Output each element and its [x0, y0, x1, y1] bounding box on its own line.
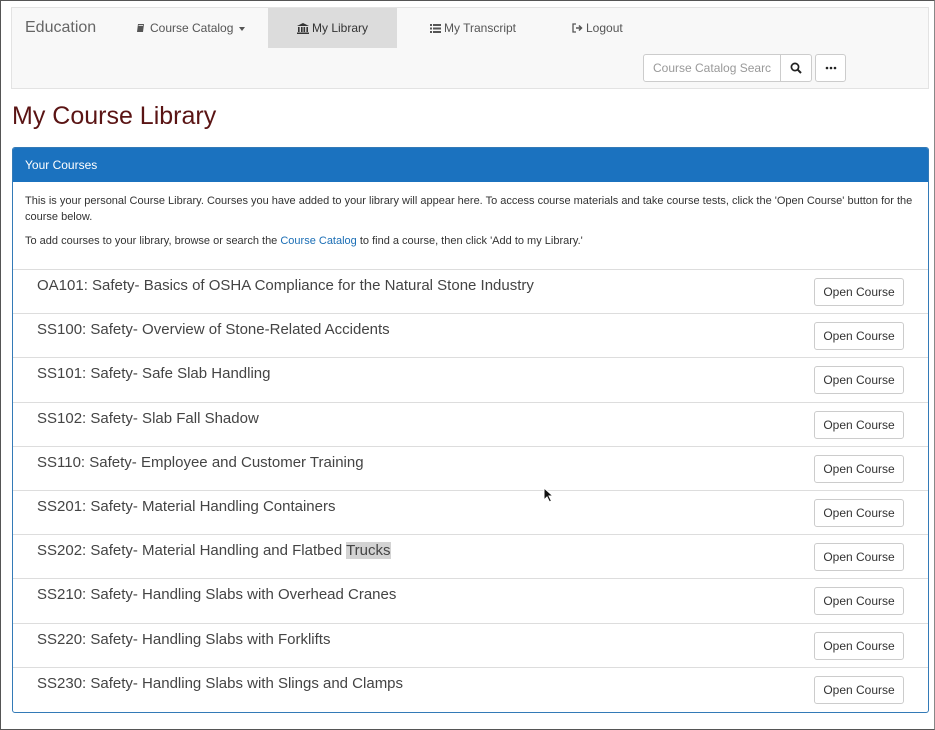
- course-title: OA101: Safety- Basics of OSHA Compliance…: [37, 277, 534, 294]
- course-row: SS220: Safety- Handling Slabs with Forkl…: [13, 624, 928, 668]
- course-title: SS202: Safety- Material Handling and Fla…: [37, 542, 391, 560]
- more-options-button[interactable]: [815, 54, 846, 82]
- course-row: SS201: Safety- Material Handling Contain…: [13, 491, 928, 536]
- open-course-button[interactable]: Open Course: [814, 543, 904, 572]
- open-course-button[interactable]: Open Course: [814, 410, 904, 439]
- search-button[interactable]: [780, 54, 812, 82]
- your-courses-panel: Your Courses This is your personal Cours…: [12, 147, 929, 713]
- course-title: SS230: Safety- Handling Slabs with Sling…: [37, 674, 404, 692]
- nav-my-transcript-label: My Transcript: [444, 21, 517, 35]
- page-title: My Course Library: [12, 102, 217, 130]
- course-row: SS210: Safety- Handling Slabs with Overh…: [13, 579, 928, 624]
- book-icon: [135, 22, 147, 34]
- course-title: SS201: Safety- Material Handling Contain…: [37, 497, 336, 515]
- course-title: SS101: Safety- Safe Slab Handling: [37, 365, 271, 383]
- bank-icon: [296, 22, 309, 34]
- course-row: SS110: Safety- Employee and Customer Tra…: [13, 447, 928, 491]
- course-row: SS230: Safety- Handling Slabs with Sling…: [13, 668, 928, 712]
- search-icon: [790, 62, 802, 74]
- course-title: SS102: Safety- Slab Fall Shadow: [37, 409, 259, 427]
- course-title: SS220: Safety- Handling Slabs with Forkl…: [37, 630, 331, 648]
- course-title: SS100: Safety- Overview of Stone-Related…: [37, 321, 390, 339]
- course-title-text: SS202: Safety- Material Handling and Fla…: [37, 542, 347, 560]
- course-catalog-search-input[interactable]: [643, 54, 781, 82]
- nav-logout[interactable]: Logout: [559, 8, 635, 48]
- top-navbar: Education Course Catalog My Library My T…: [11, 7, 929, 89]
- highlighted-text: Trucks: [346, 542, 391, 560]
- caret-down-icon: [239, 26, 246, 31]
- open-course-button[interactable]: Open Course: [814, 322, 904, 351]
- course-row: SS101: Safety- Safe Slab Handling Open C…: [13, 358, 928, 403]
- course-row: OA101: Safety- Basics of OSHA Compliance…: [13, 270, 928, 315]
- intro-text: This is your personal Course Library. Co…: [25, 195, 913, 223]
- course-title: SS210: Safety- Handling Slabs with Overh…: [37, 586, 397, 604]
- open-course-button[interactable]: Open Course: [814, 278, 904, 306]
- course-row: SS100: Safety- Overview of Stone-Related…: [13, 314, 928, 359]
- panel-heading: Your Courses: [13, 148, 928, 182]
- brand-label[interactable]: Education: [25, 19, 96, 37]
- mouse-pointer-icon: [543, 487, 555, 503]
- nav-logout-label: Logout: [586, 21, 623, 35]
- nav-course-catalog-label: Course Catalog: [150, 21, 234, 35]
- add-courses-text: To add courses to your library, browse o…: [25, 233, 916, 249]
- course-catalog-link[interactable]: Course Catalog: [280, 235, 356, 247]
- open-course-button[interactable]: Open Course: [814, 675, 904, 704]
- course-row: SS202: Safety- Material Handling and Fla…: [13, 535, 928, 580]
- logout-icon: [571, 22, 583, 34]
- nav-course-catalog[interactable]: Course Catalog: [123, 8, 257, 48]
- ellipsis-icon: [825, 66, 836, 70]
- add-courses-suffix: to find a course, then click 'Add to my …: [356, 235, 583, 247]
- nav-my-library-label: My Library: [311, 21, 368, 35]
- open-course-button[interactable]: Open Course: [814, 454, 904, 483]
- open-course-button[interactable]: Open Course: [814, 366, 904, 395]
- open-course-button[interactable]: Open Course: [814, 631, 904, 660]
- panel-intro: This is your personal Course Library. Co…: [13, 182, 928, 270]
- open-course-button[interactable]: Open Course: [814, 587, 904, 616]
- open-course-button[interactable]: Open Course: [814, 498, 904, 527]
- list-icon: [429, 22, 441, 34]
- course-row: SS102: Safety- Slab Fall Shadow Open Cou…: [13, 403, 928, 447]
- nav-my-transcript[interactable]: My Transcript: [417, 8, 528, 48]
- nav-my-library[interactable]: My Library: [268, 8, 397, 48]
- add-courses-prefix: To add courses to your library, browse o…: [25, 235, 281, 247]
- course-title: SS110: Safety- Employee and Customer Tra…: [37, 453, 364, 471]
